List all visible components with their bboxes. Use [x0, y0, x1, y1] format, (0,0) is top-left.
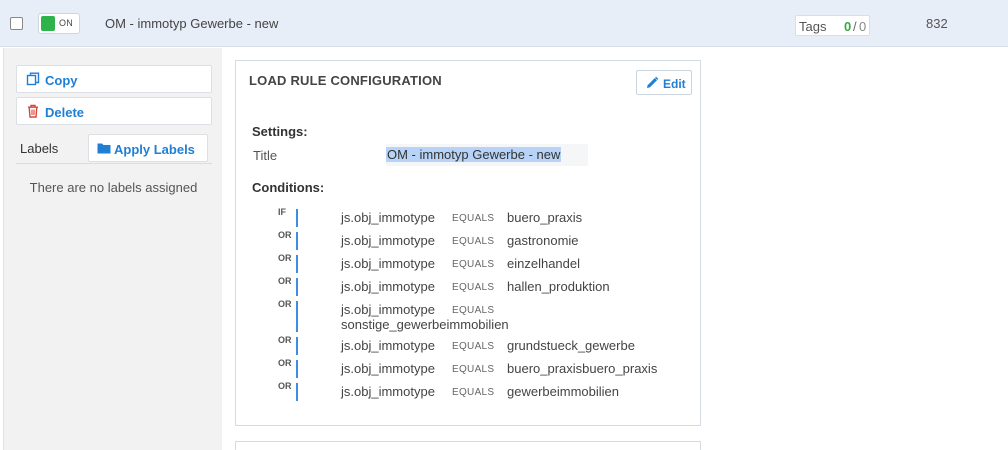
copy-icon — [26, 72, 40, 86]
edit-button[interactable]: Edit — [636, 70, 692, 95]
condition-operator-logic: OR — [278, 299, 292, 309]
condition-variable: js.obj_immotype — [341, 384, 435, 399]
condition-variable: js.obj_immotype — [341, 361, 435, 376]
condition-comparator: EQUALS — [452, 364, 495, 375]
condition-operator-logic: OR — [278, 335, 292, 345]
tags-active-count: 0 — [844, 19, 852, 34]
condition-comparator: EQUALS — [452, 282, 495, 293]
title-field-label: Title — [253, 148, 278, 163]
condition-comparator: EQUALS — [452, 259, 495, 270]
condition-bar — [296, 360, 298, 378]
sidebar: Copy Delete Labels Apply Labels There ar… — [3, 48, 222, 450]
condition-variable: js.obj_immotype — [341, 233, 435, 248]
condition-value: gewerbeimmobilien — [507, 384, 619, 399]
folder-icon — [97, 143, 111, 154]
condition-variable: js.obj_immotype — [341, 210, 435, 225]
condition-value: grundstueck_gewerbe — [507, 338, 635, 353]
condition-operator-logic: OR — [278, 230, 292, 240]
condition-variable: js.obj_immotype — [341, 256, 435, 271]
no-labels-message: There are no labels assigned — [29, 180, 198, 195]
condition-variable: js.obj_immotype — [341, 302, 435, 317]
condition-value: einzelhandel — [507, 256, 581, 271]
condition-bar — [296, 337, 298, 355]
delete-button[interactable]: Delete — [16, 97, 212, 125]
condition-value: sonstige_gewerbeimmobilien — [341, 317, 509, 332]
labels-section: Labels Apply Labels — [16, 134, 212, 164]
status-toggle[interactable]: ON — [38, 13, 80, 34]
copy-label: Copy — [45, 73, 78, 88]
condition-bar — [296, 383, 298, 401]
condition-bar — [296, 255, 298, 273]
tags-total-count: 0 — [859, 19, 867, 34]
condition-comparator: EQUALS — [452, 236, 495, 247]
toggle-knob — [41, 16, 55, 31]
condition-operator-logic: OR — [278, 276, 292, 286]
condition-bar — [296, 301, 298, 332]
toggle-label: ON — [59, 18, 74, 28]
tags-separator: / — [853, 19, 857, 34]
edit-label: Edit — [663, 77, 686, 91]
condition-variable: js.obj_immotype — [341, 279, 435, 294]
next-card — [235, 441, 701, 450]
apply-labels-label: Apply Labels — [114, 142, 195, 157]
condition-value: buero_praxisbuero_praxis — [507, 361, 658, 376]
condition-comparator: EQUALS — [452, 305, 495, 316]
condition-bar — [296, 232, 298, 250]
pencil-icon — [647, 76, 659, 88]
condition-comparator: EQUALS — [452, 213, 495, 224]
condition-operator-logic: IF — [278, 207, 286, 217]
delete-label: Delete — [45, 105, 85, 120]
condition-bar — [296, 278, 298, 296]
title-field-value: OM - immotyp Gewerbe - new — [386, 147, 562, 162]
row-checkbox[interactable] — [10, 17, 23, 30]
condition-value: hallen_produktion — [507, 279, 610, 294]
card-title: LOAD RULE CONFIGURATION — [249, 73, 442, 88]
condition-bar — [296, 209, 298, 227]
copy-button[interactable]: Copy — [16, 65, 212, 93]
condition-variable: js.obj_immotype — [341, 338, 435, 353]
rule-id: 832 — [926, 16, 948, 31]
condition-value: buero_praxis — [507, 210, 583, 225]
trash-icon — [28, 104, 38, 118]
tags-label: Tags — [799, 19, 827, 34]
condition-comparator: EQUALS — [452, 341, 495, 352]
conditions-heading: Conditions: — [252, 180, 325, 195]
title-field[interactable]: OM - immotyp Gewerbe - new — [386, 144, 588, 166]
rule-title[interactable]: OM - immotyp Gewerbe - new — [105, 16, 278, 31]
apply-labels-button[interactable]: Apply Labels — [88, 134, 208, 162]
condition-comparator: EQUALS — [452, 387, 495, 398]
tags-badge[interactable]: Tags 0 / 0 — [795, 15, 870, 36]
settings-heading: Settings: — [252, 124, 308, 139]
condition-operator-logic: OR — [278, 358, 292, 368]
labels-heading: Labels — [20, 141, 59, 156]
rule-row-header[interactable]: ON OM - immotyp Gewerbe - new Tags 0 / 0… — [0, 0, 1008, 47]
condition-operator-logic: OR — [278, 253, 292, 263]
condition-value: gastronomie — [507, 233, 579, 248]
condition-operator-logic: OR — [278, 381, 292, 391]
load-rule-config-card: LOAD RULE CONFIGURATION Edit Settings: T… — [235, 60, 701, 426]
